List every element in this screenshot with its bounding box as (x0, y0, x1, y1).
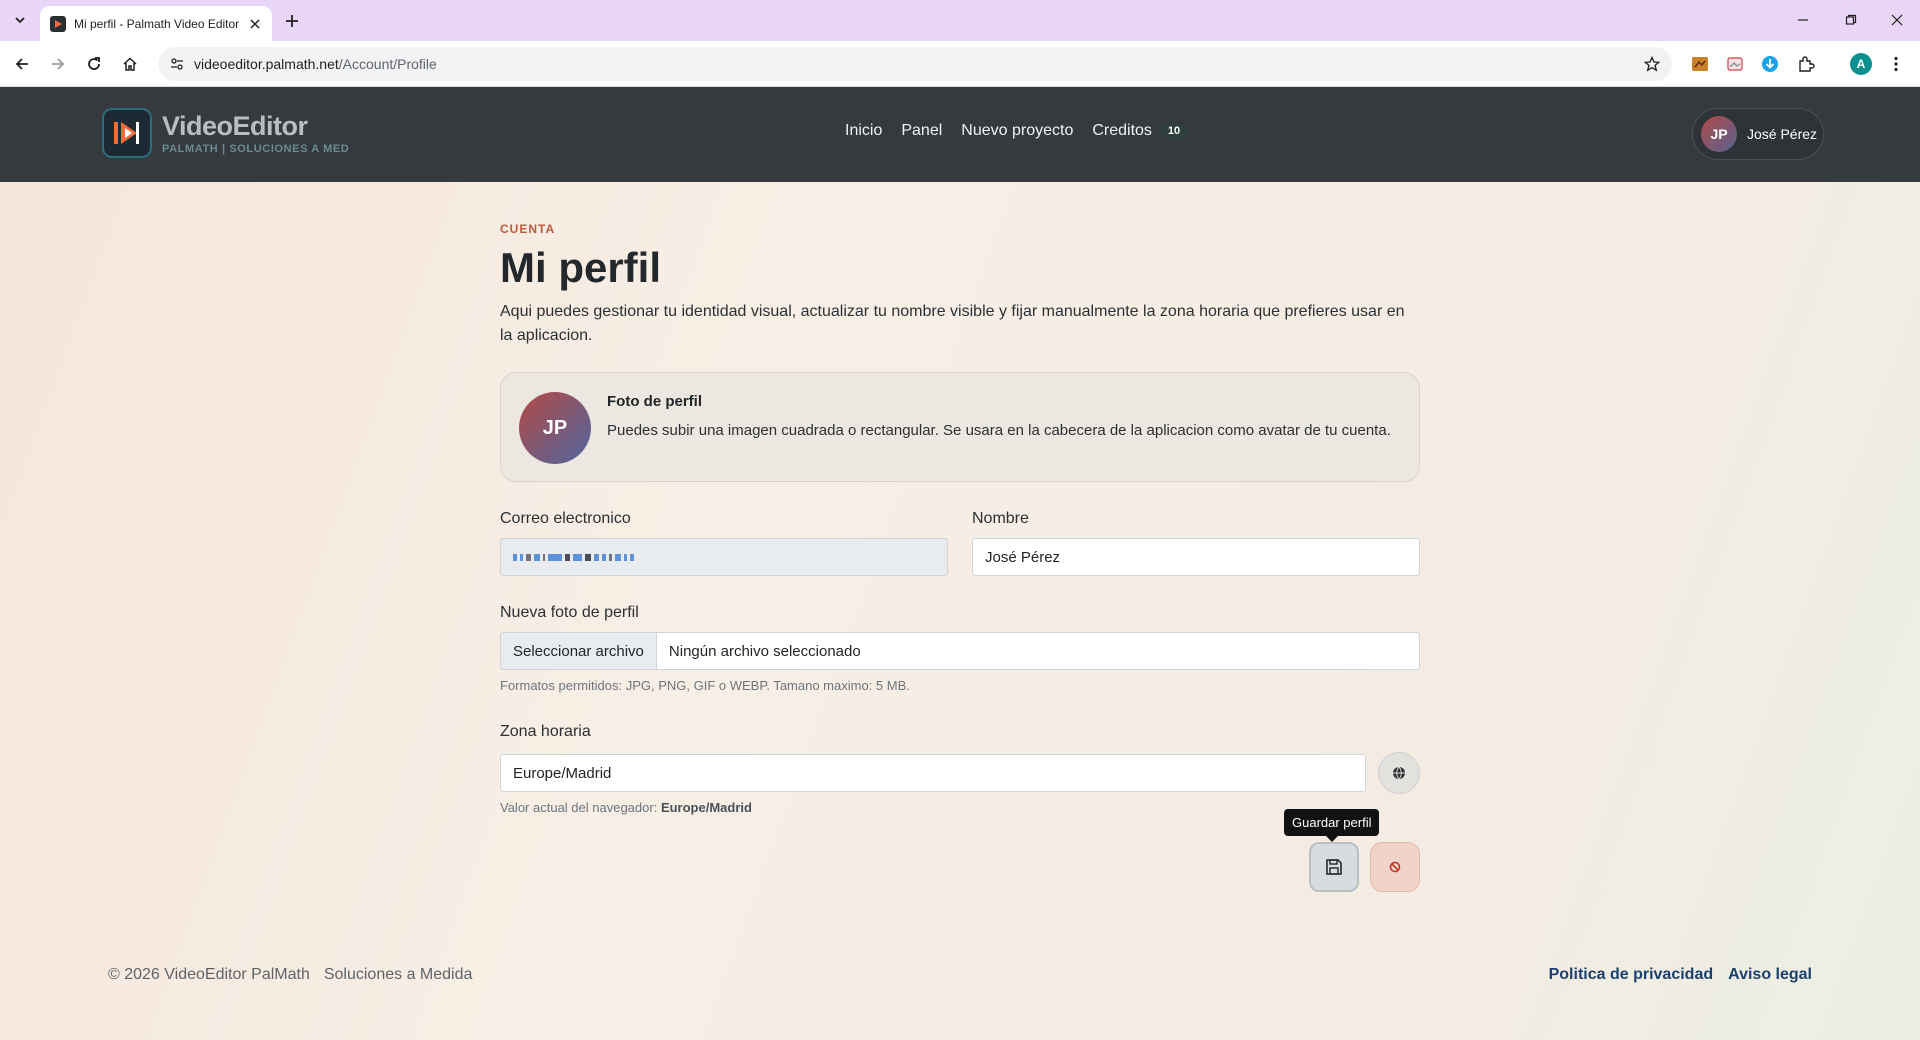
nav-inicio[interactable]: Inicio (845, 122, 882, 140)
credits-count-badge: 10 (1160, 123, 1188, 139)
forward-arrow-icon[interactable] (44, 50, 72, 78)
site-header: VideoEditor PALMATH | SOLUCIONES A MED I… (0, 87, 1920, 182)
address-bar[interactable]: videoeditor.palmath.net/Account/Profile (158, 47, 1672, 81)
browser-toolbar: videoeditor.palmath.net/Account/Profile … (0, 41, 1920, 87)
browser-profile-avatar[interactable]: A (1850, 53, 1872, 75)
browser-tab-strip: Mi perfil - Palmath Video Editor (0, 0, 1920, 41)
browser-timezone-value: Europe/Madrid (660, 800, 752, 815)
extension-image-icon[interactable] (1725, 54, 1745, 74)
footer-copyright: © 2026 VideoEditor PalMath Soluciones a M… (108, 966, 473, 983)
tab-title: Mi perfil - Palmath Video Editor (74, 16, 240, 31)
photo-card-text: Puedes subir una imagen cuadrada o recta… (607, 422, 1391, 439)
photo-format-help: Formatos permitidos: JPG, PNG, GIF o WEB… (500, 678, 910, 693)
user-menu-button[interactable]: JP José Pérez (1692, 108, 1824, 160)
footer-links: Politica de privacidad Aviso legal (1549, 966, 1812, 984)
logo-tagline: PALMATH | SOLUCIONES A MED (162, 142, 350, 155)
select-file-button[interactable]: Seleccionar archivo (501, 633, 657, 669)
page-description: Aqui puedes gestionar tu identidad visua… (500, 303, 1405, 344)
timezone-help: Valor actual del navegador: Europe/Madri… (500, 800, 752, 815)
photo-card-title: Foto de perfil (607, 393, 702, 410)
profile-photo-card: JP Foto de perfil Puedes subir una image… (500, 372, 1420, 482)
photo-upload-label: Nueva foto de perfil (500, 604, 639, 621)
email-field[interactable] (500, 538, 948, 576)
logo-play-icon (102, 108, 152, 158)
redacted-email (513, 553, 634, 561)
extension-download-icon[interactable] (1760, 54, 1780, 74)
email-label: Correo electronico (500, 510, 631, 527)
globe-icon (1393, 766, 1405, 780)
main-nav: Inicio Panel Nuevo proyecto Creditos 10 (845, 122, 1188, 140)
photo-file-input[interactable]: Seleccionar archivo Ningún archivo selec… (500, 632, 1420, 670)
save-profile-button[interactable] (1309, 842, 1359, 892)
avatar: JP (1701, 116, 1737, 152)
nav-creditos[interactable]: Creditos (1092, 122, 1152, 140)
home-icon[interactable] (116, 50, 144, 78)
bookmark-star-icon[interactable] (1642, 54, 1662, 74)
nav-nuevo-proyecto[interactable]: Nuevo proyecto (961, 122, 1073, 140)
floppy-disk-icon (1326, 859, 1342, 875)
timezone-label: Zona horaria (500, 723, 591, 740)
extension-palette-icon[interactable] (1690, 54, 1710, 74)
timezone-field[interactable]: Europe/Madrid (500, 754, 1366, 792)
new-tab-plus-icon[interactable] (280, 9, 304, 33)
url-host: videoeditor.palmath.net (194, 56, 339, 72)
page-body: CUENTA Mi perfil Aqui puedes gestionar t… (0, 182, 1920, 1040)
section-eyebrow: CUENTA (500, 222, 556, 236)
file-status-text: Ningún archivo seleccionado (668, 642, 861, 660)
cancel-button[interactable] (1370, 842, 1420, 892)
chevron-down-icon (15, 17, 25, 24)
tab-search-button[interactable] (8, 8, 32, 32)
reload-icon[interactable] (80, 50, 108, 78)
site-favicon-icon (50, 15, 66, 32)
tab-close-icon[interactable] (246, 15, 264, 33)
url-path: /Account/Profile (338, 56, 437, 72)
detect-timezone-button[interactable] (1378, 752, 1420, 794)
name-label: Nombre (972, 510, 1029, 527)
extensions-puzzle-icon[interactable] (1796, 54, 1816, 74)
minimize-icon[interactable] (1780, 6, 1826, 34)
name-field[interactable]: José Pérez (972, 538, 1420, 576)
avatar-large: JP (519, 392, 591, 464)
back-arrow-icon[interactable] (8, 50, 36, 78)
cancel-circle-icon (1389, 861, 1401, 873)
save-tooltip: Guardar perfil (1284, 809, 1380, 842)
restore-icon[interactable] (1828, 6, 1874, 34)
privacy-policy-link[interactable]: Politica de privacidad (1549, 966, 1714, 984)
user-name: José Pérez (1747, 126, 1818, 142)
site-info-icon[interactable] (168, 55, 186, 73)
page-title: Mi perfil (500, 244, 662, 291)
nav-panel[interactable]: Panel (901, 122, 942, 140)
close-window-icon[interactable] (1874, 6, 1920, 34)
browser-tab-active[interactable]: Mi perfil - Palmath Video Editor (40, 6, 272, 41)
legal-notice-link[interactable]: Aviso legal (1728, 966, 1812, 984)
footer-tagline: Soluciones a Medida (323, 966, 473, 983)
site-logo[interactable]: VideoEditor PALMATH | SOLUCIONES A MED (102, 108, 349, 158)
browser-menu-icon[interactable] (1886, 54, 1906, 74)
logo-name: VideoEditor (162, 110, 308, 141)
